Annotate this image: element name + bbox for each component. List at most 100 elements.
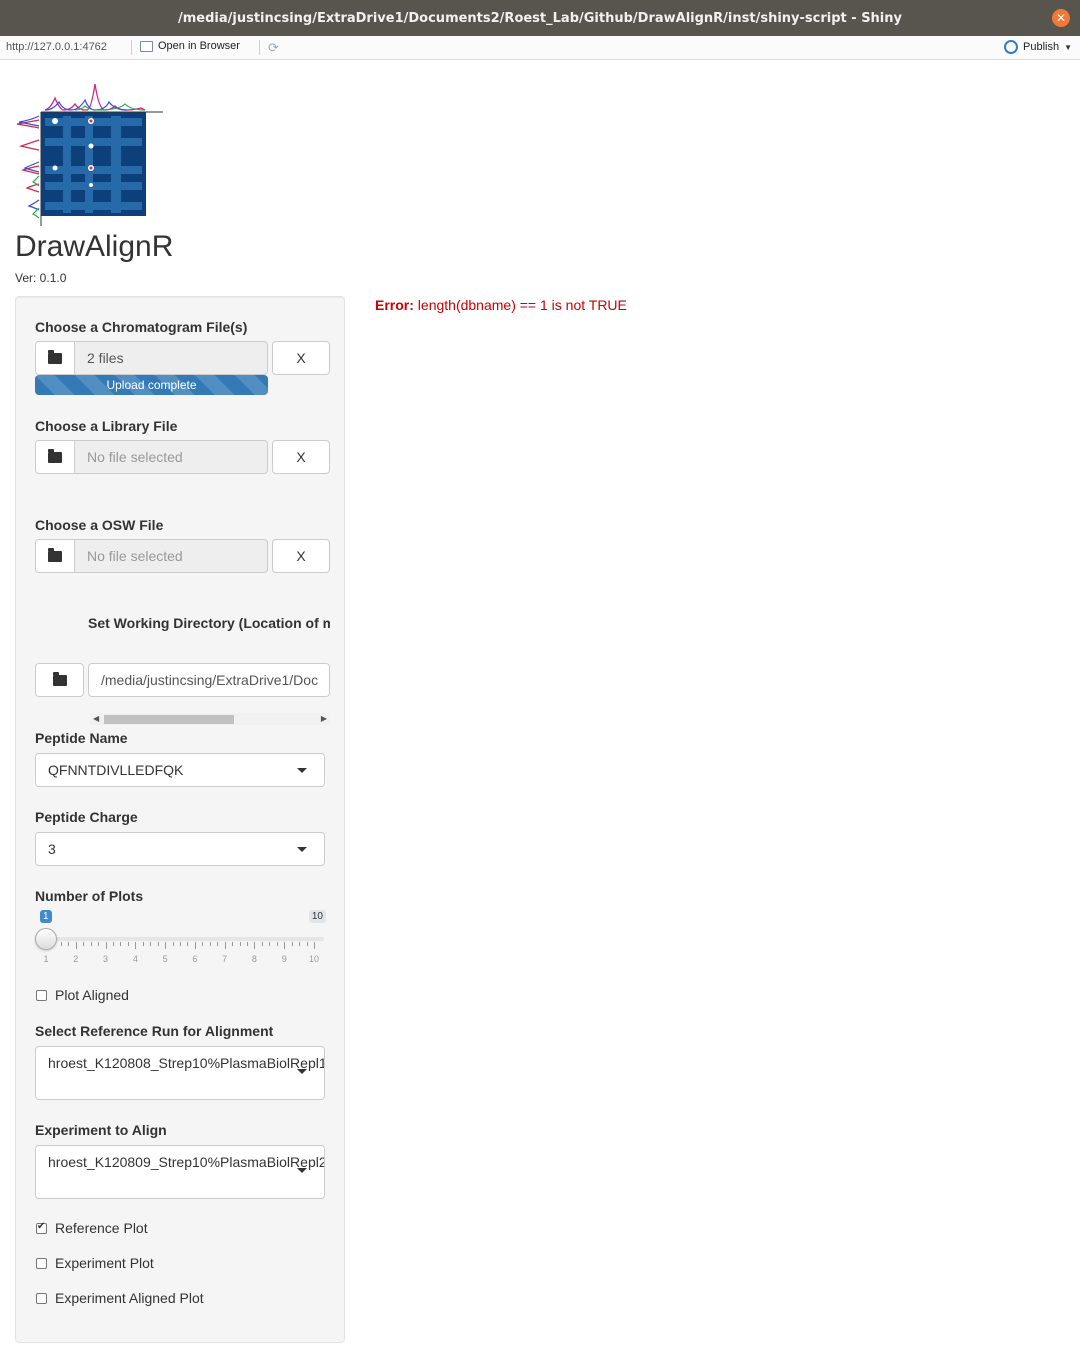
slider-tick (239, 942, 241, 946)
reference-run-select[interactable]: hroest_K120808_Strep10%PlasmaBiolRepl1 (35, 1046, 325, 1100)
plot-aligned-box[interactable] (36, 989, 47, 1001)
experiment-plot-checkbox[interactable]: Experiment Plot (36, 1255, 154, 1271)
slider-tick (261, 942, 263, 946)
experiment-value: hroest_K120809_Strep10%PlasmaBiolRepl2 (48, 1154, 325, 1170)
slider-tick (202, 942, 204, 946)
slider-tick (172, 942, 174, 946)
slider-tick (209, 942, 211, 946)
slider-tick-label: 7 (222, 954, 228, 964)
working-directory-input[interactable]: /media/justincsing/ExtraDrive1/Doc (88, 663, 330, 697)
folder-icon (52, 671, 67, 686)
upload-progress-bar: Upload complete (35, 375, 268, 395)
window-titlebar: /media/justincsing/ExtraDrive1/Documents… (0, 0, 1080, 36)
experiment-aligned-plot-label: Experiment Aligned Plot (55, 1290, 204, 1306)
experiment-aligned-plot-checkbox[interactable]: Experiment Aligned Plot (36, 1290, 204, 1306)
chromatogram-upload-progress: Upload complete (35, 375, 268, 395)
slider-track[interactable] (46, 937, 324, 941)
experiment-select[interactable]: hroest_K120809_Strep10%PlasmaBiolRepl2 (35, 1145, 325, 1199)
slider-tick (127, 942, 129, 946)
slider-tick (105, 942, 107, 949)
version-label: Ver: 0.1.0 (15, 271, 67, 285)
slider-tick (90, 942, 92, 946)
chromatogram-file-display: 2 files (75, 341, 268, 375)
slider-tick (68, 942, 70, 946)
number-of-plots-label: Number of Plots (35, 888, 144, 904)
slider-tick (187, 942, 189, 946)
peptide-name-label: Peptide Name (35, 730, 128, 746)
publish-button[interactable]: Publish ▼ (1004, 40, 1072, 54)
slider-tick (224, 942, 226, 949)
slider-tick (120, 942, 122, 946)
browser-window-icon (140, 40, 153, 52)
working-directory-browse-button[interactable] (35, 663, 84, 697)
slider-tick (232, 942, 234, 946)
horizontal-scrollbar[interactable]: ◀ ▶ (90, 713, 330, 725)
scrollbar-thumb[interactable] (104, 715, 234, 724)
scroll-right-icon[interactable]: ▶ (321, 714, 327, 723)
slider-tick-label: 1 (43, 954, 49, 964)
error-message: Error: length(dbname) == 1 is not TRUE (375, 297, 627, 313)
slider-tick (157, 942, 159, 946)
reference-plot-checkbox[interactable]: Reference Plot (36, 1220, 148, 1236)
slider-tick (194, 942, 196, 949)
experiment-plot-box[interactable] (36, 1257, 47, 1269)
slider-tick-label: 6 (192, 954, 198, 964)
error-prefix: Error: (375, 297, 414, 313)
toolbar-divider (259, 40, 260, 55)
plot-aligned-checkbox[interactable]: Plot Aligned (36, 987, 129, 1003)
folder-icon (48, 349, 62, 364)
chromatogram-browse-button[interactable] (35, 341, 75, 375)
refresh-icon[interactable]: ⟳ (268, 40, 279, 56)
window-title: /media/justincsing/ExtraDrive1/Documents… (178, 10, 902, 26)
reference-plot-label: Reference Plot (55, 1220, 148, 1236)
reference-run-value: hroest_K120808_Strep10%PlasmaBiolRepl1 (48, 1055, 325, 1071)
slider-tick-label: 10 (308, 954, 319, 964)
slider-tick (75, 942, 77, 949)
close-icon[interactable]: ✕ (1052, 9, 1070, 27)
slider-handle[interactable] (35, 928, 57, 950)
slider-tick (135, 942, 137, 949)
osw-file-display: No file selected (75, 539, 268, 573)
chevron-down-icon (297, 1069, 307, 1074)
osw-file-label: Choose a OSW File (35, 517, 164, 533)
folder-icon (48, 448, 62, 463)
slider-tick (165, 942, 167, 949)
chevron-down-icon (297, 768, 307, 773)
slider-tick (306, 942, 308, 946)
osw-browse-button[interactable] (35, 539, 75, 573)
slider-tick-label: 9 (281, 954, 287, 964)
peptide-charge-select[interactable]: 3 (35, 832, 325, 866)
chevron-down-icon: ▼ (1064, 42, 1072, 52)
open-in-browser-button[interactable]: Open in Browser (140, 40, 240, 52)
slider-tick (291, 942, 293, 946)
slider-tick (217, 942, 219, 946)
scroll-left-icon[interactable]: ◀ (93, 714, 99, 723)
app-logo (16, 83, 163, 226)
publish-icon (1004, 40, 1018, 54)
library-file-label: Choose a Library File (35, 418, 178, 434)
peptide-charge-value: 3 (48, 841, 56, 857)
slider-tick (269, 942, 271, 946)
slider-tick (314, 942, 315, 949)
library-browse-button[interactable] (35, 440, 75, 474)
library-clear-button[interactable]: X (272, 440, 330, 474)
osw-clear-button[interactable]: X (272, 539, 330, 573)
viewer-toolbar: http://127.0.0.1:4762 Open in Browser ⟳ … (0, 36, 1080, 60)
slider-tick-label: 4 (132, 954, 138, 964)
plot-aligned-label: Plot Aligned (55, 987, 129, 1003)
peptide-name-value: QFNNTDIVLLEDFQK (48, 762, 184, 778)
slider-tick-label: 5 (162, 954, 168, 964)
chromatogram-file-label: Choose a Chromatogram File(s) (35, 319, 248, 335)
chromatogram-clear-button[interactable]: X (272, 341, 330, 375)
toolbar-divider (131, 40, 132, 55)
slider-tick (142, 942, 144, 946)
experiment-aligned-plot-box[interactable] (36, 1292, 47, 1304)
peptide-name-select[interactable]: QFNNTDIVLLEDFQK (35, 753, 325, 787)
slider-tick (83, 942, 85, 946)
experiment-plot-label: Experiment Plot (55, 1255, 154, 1271)
slider-tick (150, 942, 152, 946)
working-directory-label: Set Working Directory (Location of m (88, 615, 330, 631)
slider-tick-label: 3 (103, 954, 109, 964)
slider-tick (98, 942, 100, 946)
reference-plot-box[interactable] (36, 1221, 47, 1234)
